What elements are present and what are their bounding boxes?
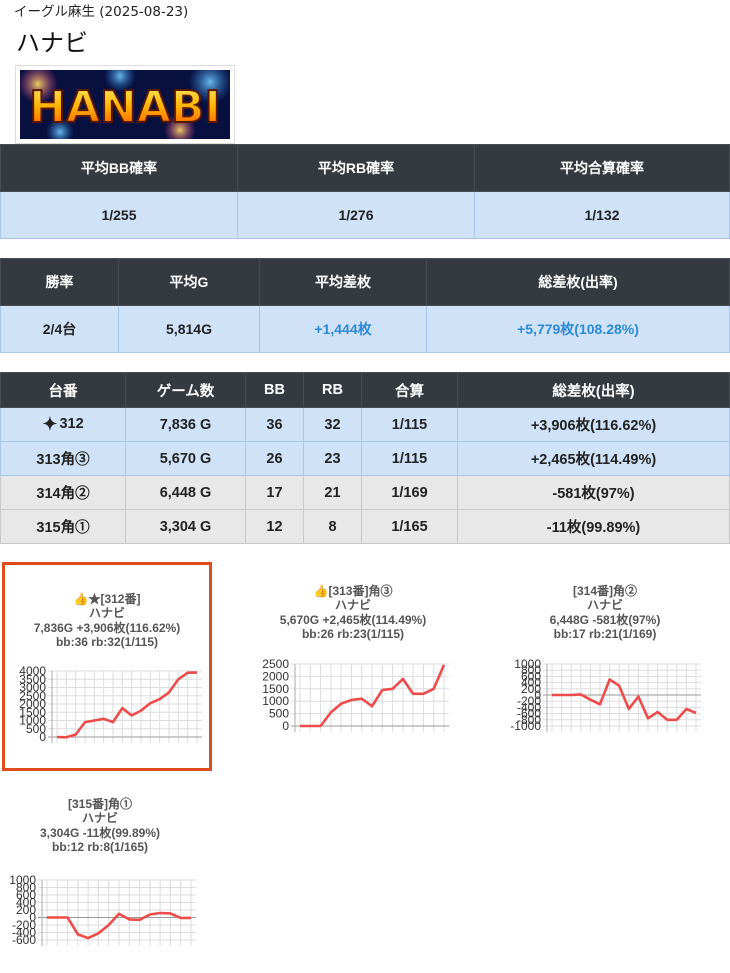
- card-result: 6,448G -581枚(97%): [549, 613, 661, 627]
- y-tick-label: -1000: [510, 719, 541, 733]
- cell-bb: 26: [245, 441, 304, 476]
- cell-total: 1/165: [361, 509, 458, 544]
- value-avg-rb: 1/276: [237, 191, 475, 239]
- machine-card-312[interactable]: 👍★[312番] ハナビ 7,836G +3,906枚(116.62%) bb:…: [2, 562, 212, 771]
- logo-frame: HANABI: [15, 65, 235, 144]
- col-rb: RB: [303, 372, 362, 408]
- card-machine-name: ハナビ: [88, 606, 125, 620]
- col-diff: 総差枚(出率): [457, 372, 730, 408]
- col-games: ゲーム数: [125, 372, 246, 408]
- table-row[interactable]: 315角① 3,304 G 12 8 1/165 -11枚(99.89%): [0, 509, 730, 544]
- cell-diff: +2,465枚(114.49%): [457, 441, 730, 476]
- value-win-rate: 2/4台: [0, 305, 119, 353]
- cell-diff: -11枚(99.89%): [457, 509, 730, 544]
- svg-text:HANABI: HANABI: [29, 82, 221, 133]
- value-total-diff: +5,779枚(108.28%): [426, 305, 730, 353]
- value-avg-total: 1/132: [474, 191, 730, 239]
- cell-games: 7,836 G: [125, 407, 246, 442]
- card-machine-name: ハナビ: [586, 598, 623, 612]
- slump-chart: 25002000150010005000: [262, 658, 449, 733]
- cell-machine-no: 313角③: [0, 441, 126, 476]
- machine-card-314[interactable]: [314番]角② ハナビ 6,448G -581枚(97%) bb:17 rb:…: [505, 560, 705, 758]
- table-row[interactable]: 313角③ 5,670 G 26 23 1/115 +2,465枚(114.49…: [0, 441, 730, 476]
- card-bonus: bb:12 rb:8(1/165): [51, 840, 149, 854]
- card-title: 👍★[312番]: [73, 592, 141, 606]
- y-tick-label: -600: [12, 933, 36, 947]
- header-avg-rb: 平均RB確率: [237, 144, 475, 192]
- value-avg-diff: +1,444枚: [259, 305, 427, 353]
- y-tick-label: 0: [282, 719, 289, 733]
- y-tick-label: 0: [39, 730, 46, 744]
- card-result: 5,670G +2,465枚(114.49%): [279, 613, 427, 627]
- cell-games: 3,304 G: [125, 509, 246, 544]
- cell-rb: 8: [303, 509, 362, 544]
- cell-total: 1/115: [361, 407, 458, 442]
- sparkle-icon: ✦: [42, 414, 58, 434]
- cell-total: 1/115: [361, 441, 458, 476]
- cell-machine-no: 315角①: [0, 509, 126, 544]
- header-avg-diff: 平均差枚: [259, 258, 427, 306]
- card-machine-name: ハナビ: [81, 811, 118, 825]
- cell-rb: 32: [303, 407, 362, 442]
- cell-bb: 12: [245, 509, 304, 544]
- store-date-label: イーグル麻生 (2025-08-23): [14, 4, 189, 20]
- cell-games: 6,448 G: [125, 475, 246, 510]
- header-avg-games: 平均G: [118, 258, 260, 306]
- cell-rb: 21: [303, 475, 362, 510]
- summary-result-table: 勝率 平均G 平均差枚 総差枚(出率) 2/4台 5,814G +1,444枚 …: [0, 258, 730, 353]
- card-result: 3,304G -11枚(99.89%): [39, 826, 161, 840]
- cell-bb: 17: [245, 475, 304, 510]
- slump-chart: 40003500300025002000150010005000: [19, 665, 202, 744]
- series-line: [56, 671, 198, 739]
- card-result: 7,836G +3,906枚(116.62%): [33, 621, 181, 635]
- cell-machine-no: 314角②: [0, 475, 126, 510]
- slump-chart: 10008006004002000-200-400-600-800-1000: [510, 658, 701, 733]
- cell-machine-no: ✦ 312: [0, 407, 126, 442]
- slump-chart: 10008006004002000-200-400-600: [9, 874, 196, 947]
- machine-card-315[interactable]: [315番]角① ハナビ 3,304G -11枚(99.89%) bb:12 r…: [0, 772, 200, 973]
- col-total: 合算: [361, 372, 458, 408]
- summary-probability-table: 平均BB確率 平均RB確率 平均合算確率 1/255 1/276 1/132: [0, 144, 730, 239]
- machine-table: 台番 ゲーム数 BB RB 合算 総差枚(出率) ✦ 312 7,836 G 36…: [0, 372, 730, 544]
- header-avg-bb: 平均BB確率: [0, 144, 238, 192]
- card-title: 👍[313番]角③: [313, 584, 393, 598]
- col-bb: BB: [245, 372, 304, 408]
- value-avg-bb: 1/255: [0, 191, 238, 239]
- hanabi-logo: HANABI: [20, 70, 230, 139]
- table-row[interactable]: ✦ 312 7,836 G 36 32 1/115 +3,906枚(116.62%…: [0, 407, 730, 442]
- cell-total: 1/169: [361, 475, 458, 510]
- header-total-diff: 総差枚(出率): [426, 258, 730, 306]
- cell-rb: 23: [303, 441, 362, 476]
- card-title: [315番]角①: [67, 797, 132, 811]
- header-win-rate: 勝率: [0, 258, 119, 306]
- col-machine-no: 台番: [0, 372, 126, 408]
- cell-bb: 36: [245, 407, 304, 442]
- table-row[interactable]: 314角② 6,448 G 17 21 1/169 -581枚(97%): [0, 475, 730, 510]
- card-bonus: bb:17 rb:21(1/169): [553, 627, 657, 641]
- cell-diff: -581枚(97%): [457, 475, 730, 510]
- cell-diff: +3,906枚(116.62%): [457, 407, 730, 442]
- machine-card-313[interactable]: 👍[313番]角③ ハナビ 5,670G +2,465枚(114.49%) bb…: [253, 560, 453, 758]
- value-avg-games: 5,814G: [118, 305, 260, 353]
- card-title: [314番]角②: [572, 584, 637, 598]
- header-avg-total: 平均合算確率: [474, 144, 730, 192]
- cell-games: 5,670 G: [125, 441, 246, 476]
- card-bonus: bb:26 rb:23(1/115): [301, 627, 405, 641]
- card-bonus: bb:36 rb:32(1/115): [55, 635, 159, 649]
- card-machine-name: ハナビ: [334, 598, 371, 612]
- page-title: ハナビ: [16, 29, 88, 57]
